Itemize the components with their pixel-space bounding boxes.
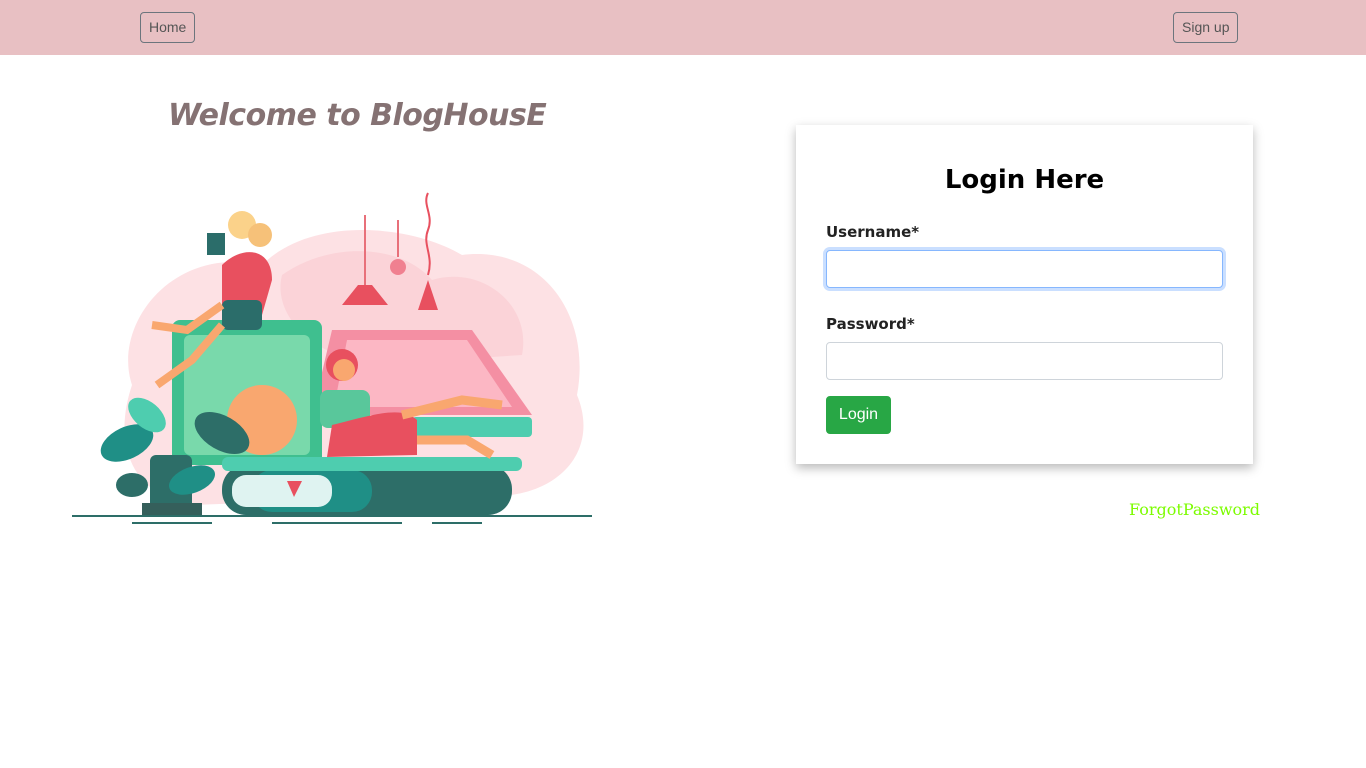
password-input[interactable] bbox=[826, 342, 1223, 380]
login-card: Login Here Username* Password* Login bbox=[796, 125, 1253, 464]
welcome-heading: Welcome to BlogHousE bbox=[168, 98, 547, 133]
forgot-password-link[interactable]: ForgotPassword bbox=[1129, 500, 1260, 519]
reading-illustration bbox=[72, 192, 592, 524]
top-navbar: Home Sign up bbox=[0, 0, 1366, 55]
login-title: Login Here bbox=[944, 165, 1105, 195]
username-label: Username* bbox=[826, 223, 920, 241]
password-label: Password* bbox=[826, 315, 915, 333]
username-input[interactable] bbox=[826, 250, 1223, 288]
home-button[interactable]: Home bbox=[140, 12, 196, 43]
signup-button[interactable]: Sign up bbox=[1173, 12, 1239, 43]
login-button[interactable]: Login bbox=[826, 396, 891, 434]
